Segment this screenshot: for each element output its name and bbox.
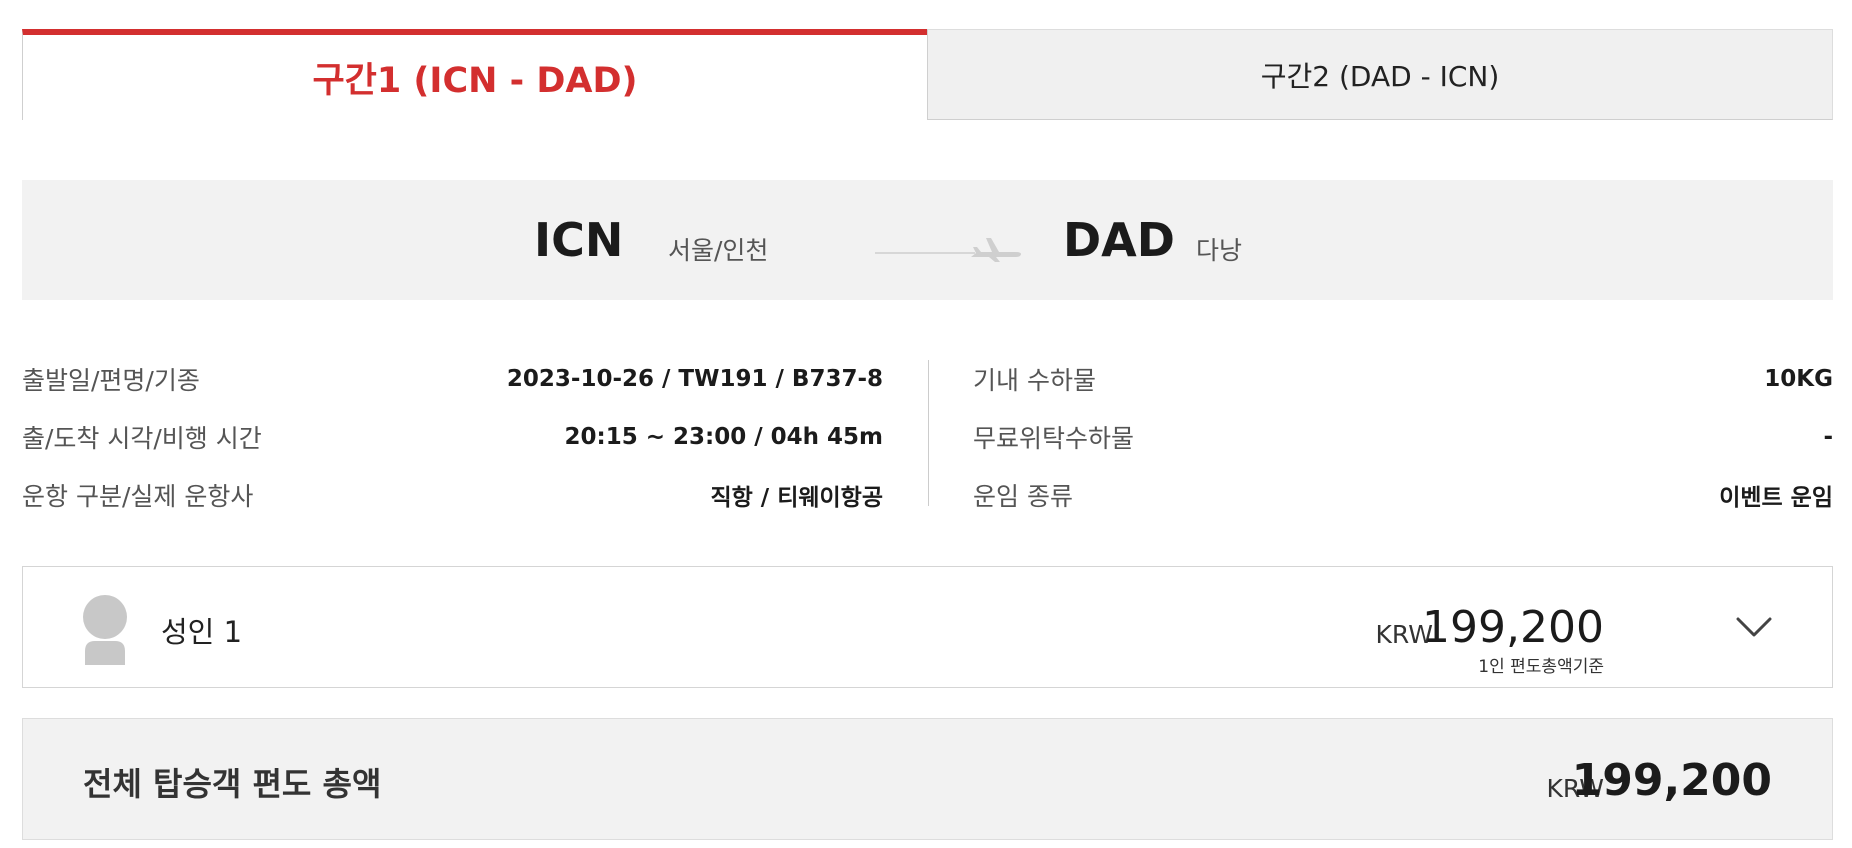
tab-segment-1[interactable]: 구간1 (ICN - DAD)	[22, 29, 927, 120]
chevron-down-icon[interactable]	[1734, 609, 1774, 645]
total-fare-box: 전체 탑승객 편도 총액 KRW 199,200	[22, 718, 1833, 840]
detail-value: 2023-10-26 / TW191 / B737-8	[506, 366, 883, 392]
detail-label: 기내 수하물	[973, 366, 1096, 395]
destination-city: 다낭	[1196, 236, 1243, 265]
detail-value: 10KG	[1764, 366, 1833, 392]
origin-code: ICN	[534, 213, 624, 267]
route-line	[875, 252, 975, 254]
total-fare-label: 전체 탑승객 편도 총액	[83, 765, 382, 803]
detail-row-fare-type: 운임 종류 이벤트 운임	[973, 466, 1833, 524]
detail-label: 운임 종류	[973, 482, 1073, 511]
detail-value: 이벤트 운임	[1719, 485, 1833, 511]
passenger-fare-row[interactable]: 성인 1 KRW 199,200 1인 편도총액기준	[22, 566, 1833, 688]
route-banner: ICN 서울/인천 DAD 다낭	[22, 180, 1833, 300]
segment-tabs: 구간1 (ICN - DAD) 구간2 (DAD - ICN)	[22, 29, 1833, 120]
total-fare-amount: 199,200	[1571, 755, 1772, 806]
detail-row-checked-baggage: 무료위탁수하물 -	[973, 408, 1833, 466]
detail-row-operator: 운항 구분/실제 운항사 직항 / 티웨이항공	[22, 466, 883, 524]
detail-label: 무료위탁수하물	[973, 424, 1135, 453]
fare-summary: 구간1 (ICN - DAD) 구간2 (DAD - ICN) ICN 서울/인…	[0, 0, 1852, 848]
detail-label: 운항 구분/실제 운항사	[22, 482, 254, 511]
tab-segment-2[interactable]: 구간2 (DAD - ICN)	[927, 29, 1833, 120]
detail-label: 출/도착 시각/비행 시간	[22, 424, 262, 453]
detail-value: 20:15 ~ 23:00 / 04h 45m	[564, 424, 884, 450]
flight-details: 출발일/편명/기종 2023-10-26 / TW191 / B737-8 출/…	[22, 350, 1833, 511]
baggage-info-column: 기내 수하물 10KG 무료위탁수하물 - 운임 종류 이벤트 운임	[973, 350, 1833, 524]
detail-row-carry-on: 기내 수하물 10KG	[973, 350, 1833, 408]
flight-info-column: 출발일/편명/기종 2023-10-26 / TW191 / B737-8 출/…	[22, 350, 883, 524]
detail-value: 직항 / 티웨이항공	[710, 485, 883, 511]
passenger-type-label: 성인 1	[161, 615, 243, 649]
column-divider	[928, 360, 929, 506]
person-avatar-icon	[83, 595, 127, 665]
detail-value: -	[1823, 424, 1833, 450]
origin-city: 서울/인천	[668, 236, 769, 265]
destination-code: DAD	[1063, 213, 1175, 267]
plane-icon	[971, 238, 1021, 262]
detail-row-date-flight: 출발일/편명/기종 2023-10-26 / TW191 / B737-8	[22, 350, 883, 408]
fare-basis-note: 1인 편도총액기준	[1478, 657, 1604, 677]
detail-label: 출발일/편명/기종	[22, 366, 200, 395]
passenger-fare-amount: 199,200	[1422, 602, 1604, 653]
detail-row-times: 출/도착 시각/비행 시간 20:15 ~ 23:00 / 04h 45m	[22, 408, 883, 466]
